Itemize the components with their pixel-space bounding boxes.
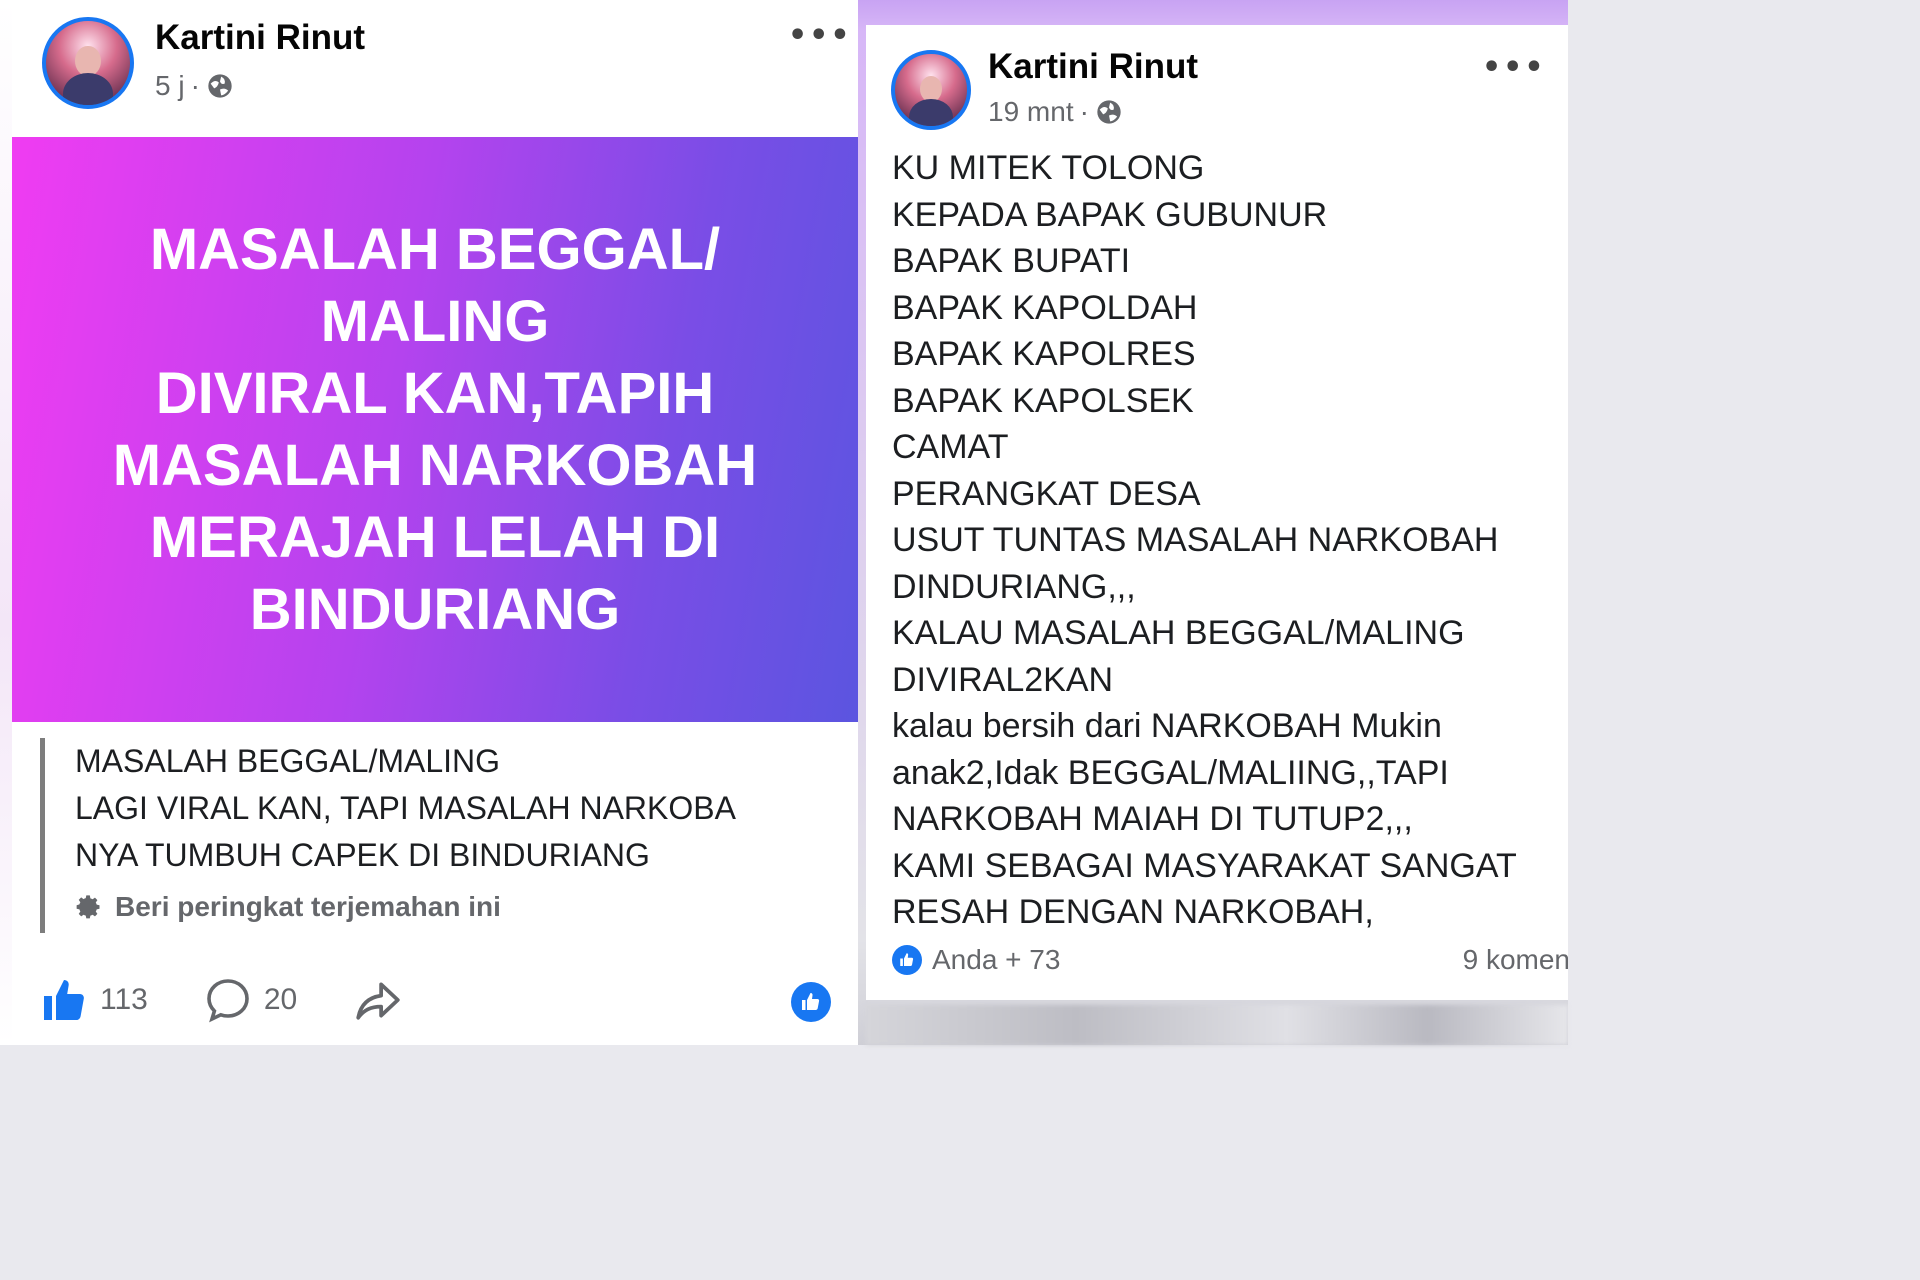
right-reaction-footer: Anda + 73 9 komen: [892, 940, 1568, 980]
right-author-name[interactable]: Kartini Rinut: [988, 47, 1198, 87]
like-reaction-badge[interactable]: [791, 982, 831, 1022]
right-post-meta: 19 mnt ·: [988, 96, 1123, 128]
meta-separator: ·: [190, 70, 200, 101]
like-reaction-icon: [802, 993, 820, 1010]
meta-separator: ·: [1079, 96, 1089, 127]
right-post-body: KU MITEK TOLONG KEPADA BAPAK GUBUNUR BAP…: [892, 149, 1517, 931]
comment-button[interactable]: 20: [204, 976, 297, 1024]
share-button[interactable]: [353, 975, 403, 1025]
comment-count-link[interactable]: 9 komen: [1463, 944, 1568, 976]
banner-text: MASALAH BEGGAL/ MALING DIVIRAL KAN,TAPIH…: [112, 216, 758, 642]
reaction-count: Anda + 73: [932, 944, 1061, 975]
left-post-meta: 5 j ·: [155, 70, 234, 102]
comment-icon: [207, 979, 249, 1023]
rate-translation-link[interactable]: Beri peringkat terjemahan ini: [115, 891, 501, 923]
like-reaction-icon: [892, 945, 922, 975]
left-author-name[interactable]: Kartini Rinut: [155, 18, 365, 58]
globe-icon: [1097, 100, 1121, 124]
left-author-avatar[interactable]: [42, 17, 134, 109]
colored-text-banner: MASALAH BEGGAL/ MALING DIVIRAL KAN,TAPIH…: [12, 137, 858, 722]
blurred-next-item: [866, 1005, 1568, 1045]
right-more-options-button[interactable]: •••: [1482, 50, 1546, 85]
like-count: 113: [100, 983, 148, 1016]
globe-icon: [208, 74, 232, 98]
like-button[interactable]: 113: [40, 976, 148, 1024]
right-post-time[interactable]: 19 mnt: [988, 96, 1074, 128]
translation-text: MASALAH BEGGAL/MALING LAGI VIRAL KAN, TA…: [75, 743, 736, 873]
left-more-options-button[interactable]: •••: [788, 18, 852, 53]
reaction-summary[interactable]: Anda + 73: [892, 944, 1060, 976]
comment-count: 20: [263, 983, 298, 1016]
left-action-bar: 113 20: [40, 975, 459, 1025]
left-post-time[interactable]: 5 j: [155, 70, 185, 102]
like-icon: [44, 980, 84, 1020]
share-icon: [356, 982, 400, 1020]
right-author-avatar[interactable]: [891, 50, 971, 130]
gear-icon: [76, 895, 100, 919]
rate-translation-row[interactable]: Beri peringkat terjemahan ini: [75, 891, 820, 923]
translation-block: MASALAH BEGGAL/MALING LAGI VIRAL KAN, TA…: [40, 738, 820, 933]
